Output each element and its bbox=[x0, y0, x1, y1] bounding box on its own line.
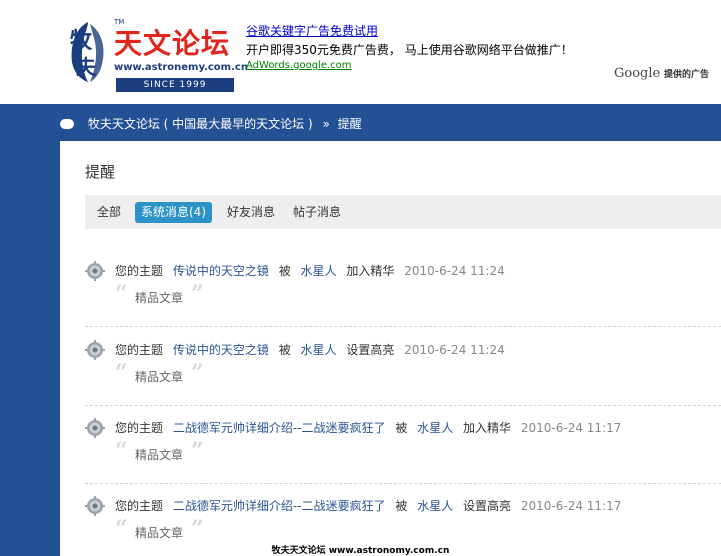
notification-prefix: 您的主题 bbox=[115, 499, 164, 513]
notification-tabs: 全部 系统消息(4) 好友消息 帖子消息 bbox=[85, 195, 721, 229]
open-quote-icon: “ bbox=[115, 281, 128, 307]
open-quote-icon: “ bbox=[115, 438, 128, 464]
tab-system-messages[interactable]: 系统消息(4) bbox=[135, 202, 212, 223]
open-quote-icon: “ bbox=[115, 360, 128, 386]
breadcrumb-home-link[interactable]: 牧夫天文论坛 ( 中国最大最早的天文论坛 ) bbox=[88, 117, 313, 131]
close-quote-icon: ” bbox=[191, 281, 204, 307]
footer-text: 牧夫天文论坛 www.astronomy.com.cn bbox=[271, 546, 450, 556]
quote-text: 精品文章 bbox=[135, 448, 184, 462]
notifications-panel: 提醒 全部 系统消息(4) 好友消息 帖子消息 您的主题 传说中的天空之镜 被 … bbox=[60, 141, 721, 556]
page-title: 提醒 bbox=[85, 163, 116, 181]
notification-action: 设置高亮 bbox=[346, 343, 395, 357]
notification-time: 2010-6-24 11:17 bbox=[520, 499, 622, 513]
topic-link[interactable]: 传说中的天空之镜 bbox=[173, 264, 269, 278]
google-ads-badge[interactable]: Google 提供的广告 bbox=[614, 66, 709, 81]
logo-url: www.astronemy.com.cn bbox=[114, 62, 248, 73]
notification-prefix: 您的主题 bbox=[115, 343, 164, 357]
breadcrumb-separator: » bbox=[322, 117, 330, 131]
svg-text:夫: 夫 bbox=[76, 55, 97, 79]
notification-text: 您的主题 传说中的天空之镜 被 水星人 设置高亮 2010-6-24 11:24 bbox=[115, 341, 511, 358]
notification-time: 2010-6-24 11:24 bbox=[404, 343, 505, 357]
item-divider bbox=[85, 326, 721, 327]
gear-icon bbox=[85, 340, 105, 360]
close-quote-icon: ” bbox=[191, 360, 204, 386]
notification-prefix: 您的主题 bbox=[115, 264, 164, 278]
open-quote-icon: “ bbox=[115, 516, 128, 542]
site-logo[interactable]: 牧 夫 TM 天文论坛 www.astronemy.com.cn SINCE 1… bbox=[62, 16, 248, 92]
quote-text: 精品文章 bbox=[135, 526, 184, 540]
quote-text: 精品文章 bbox=[135, 370, 184, 384]
breadcrumb-current: 提醒 bbox=[337, 117, 362, 131]
topic-link[interactable]: 传说中的天空之镜 bbox=[173, 343, 269, 357]
notification-text: 您的主题 二战德军元帅详细介绍--二战迷要疯狂了 被 水星人 设置高亮 2010… bbox=[115, 497, 627, 514]
ad-text: 开户即得350元免费广告费， 马上使用谷歌网络平台做推广！ bbox=[246, 43, 573, 57]
topic-link[interactable]: 二战德军元帅详细介绍--二战迷要疯狂了 bbox=[173, 421, 386, 435]
notification-item: 您的主题 二战德军元帅详细介绍--二战迷要疯狂了 被 水星人 加入精华 2010… bbox=[85, 406, 721, 484]
logo-since: SINCE 1999 bbox=[116, 78, 234, 92]
tab-post-messages[interactable]: 帖子消息 bbox=[287, 202, 347, 223]
user-link[interactable]: 水星人 bbox=[301, 343, 337, 357]
gear-icon bbox=[85, 496, 105, 516]
notification-action: 设置高亮 bbox=[463, 499, 512, 513]
user-link[interactable]: 水星人 bbox=[417, 421, 453, 435]
tab-all[interactable]: 全部 bbox=[91, 202, 127, 223]
close-quote-icon: ” bbox=[191, 438, 204, 464]
notification-item: 您的主题 传说中的天空之镜 被 水星人 加入精华 2010-6-24 11:24… bbox=[85, 249, 721, 327]
notification-text: 您的主题 二战德军元帅详细介绍--二战迷要疯狂了 被 水星人 加入精华 2010… bbox=[115, 419, 627, 436]
notification-action: 加入精华 bbox=[463, 421, 512, 435]
gear-icon bbox=[85, 261, 105, 281]
google-ad: 谷歌关键字广告免费试用 开户即得350元免费广告费， 马上使用谷歌网络平台做推广… bbox=[246, 22, 573, 71]
google-wordmark: Google bbox=[614, 66, 661, 81]
notification-prefix: 您的主题 bbox=[115, 421, 164, 435]
close-quote-icon: ” bbox=[191, 516, 204, 542]
quote-text: 精品文章 bbox=[135, 291, 184, 305]
notification-time: 2010-6-24 11:24 bbox=[404, 264, 505, 278]
notification-time: 2010-6-24 11:17 bbox=[520, 421, 622, 435]
site-header: 牧 夫 TM 天文论坛 www.astronemy.com.cn SINCE 1… bbox=[0, 0, 721, 104]
gear-icon bbox=[85, 418, 105, 438]
tab-friend-messages[interactable]: 好友消息 bbox=[221, 202, 281, 223]
svg-text:牧: 牧 bbox=[70, 28, 93, 54]
topic-link[interactable]: 二战德军元帅详细介绍--二战迷要疯狂了 bbox=[173, 499, 386, 513]
logo-brand-text: 天文论坛 bbox=[114, 27, 231, 60]
ad-url-link[interactable]: AdWords.google.com bbox=[246, 60, 573, 71]
user-link[interactable]: 水星人 bbox=[301, 264, 337, 278]
ads-by-label: 提供的广告 bbox=[664, 70, 710, 80]
notification-by: 被 bbox=[278, 343, 291, 357]
user-link[interactable]: 水星人 bbox=[417, 499, 453, 513]
breadcrumb: 牧夫天文论坛 ( 中国最大最早的天文论坛 ) » 提醒 bbox=[60, 114, 362, 134]
notification-text: 您的主题 传说中的天空之镜 被 水星人 加入精华 2010-6-24 11:24 bbox=[115, 262, 511, 279]
ad-title-link[interactable]: 谷歌关键字广告免费试用 bbox=[246, 22, 573, 39]
notification-by: 被 bbox=[395, 499, 408, 513]
notification-action: 加入精华 bbox=[346, 264, 395, 278]
notification-item: 您的主题 传说中的天空之镜 被 水星人 设置高亮 2010-6-24 11:24… bbox=[85, 328, 721, 406]
notification-by: 被 bbox=[395, 421, 408, 435]
speech-bubble-icon bbox=[60, 119, 74, 129]
logo-emblem-icon: 牧 夫 bbox=[70, 22, 104, 82]
notification-by: 被 bbox=[278, 264, 291, 278]
